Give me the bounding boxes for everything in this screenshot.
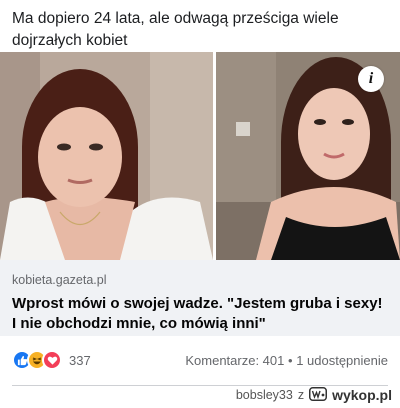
love-icon <box>42 350 62 370</box>
photo-collage[interactable] <box>0 52 400 260</box>
link-preview-card[interactable]: kobieta.gazeta.pl Wprost mówi o swojej w… <box>0 260 400 336</box>
shares-count[interactable]: 1 udostępnienie <box>296 353 388 368</box>
reaction-icons[interactable] <box>12 350 62 370</box>
info-icon[interactable]: i <box>358 66 384 92</box>
wykop-logo-icon <box>309 386 328 404</box>
watermark-site: wykop.pl <box>332 387 392 403</box>
comments-count[interactable]: Komentarze: 401 <box>185 353 284 368</box>
post-text: Ma dopiero 24 lata, ale odwagą prześciga… <box>12 10 339 49</box>
watermark-joiner: z <box>297 388 305 402</box>
watermark-user: bobsley33 <box>235 388 293 402</box>
watermark: bobsley33 z wykop.pl <box>236 385 392 405</box>
reaction-count[interactable]: 337 <box>69 353 91 368</box>
photo-left[interactable] <box>0 52 213 260</box>
reactions-bar: 337 Komentarze: 401 • 1 udostępnienie <box>0 336 400 384</box>
post-stats: Komentarze: 401 • 1 udostępnienie <box>185 353 388 368</box>
link-domain: kobieta.gazeta.pl <box>12 273 107 287</box>
stats-separator: • <box>288 352 293 368</box>
link-title[interactable]: Wprost mówi o swojej wadze. "Jestem grub… <box>12 294 388 334</box>
photo-left-image <box>0 52 213 260</box>
